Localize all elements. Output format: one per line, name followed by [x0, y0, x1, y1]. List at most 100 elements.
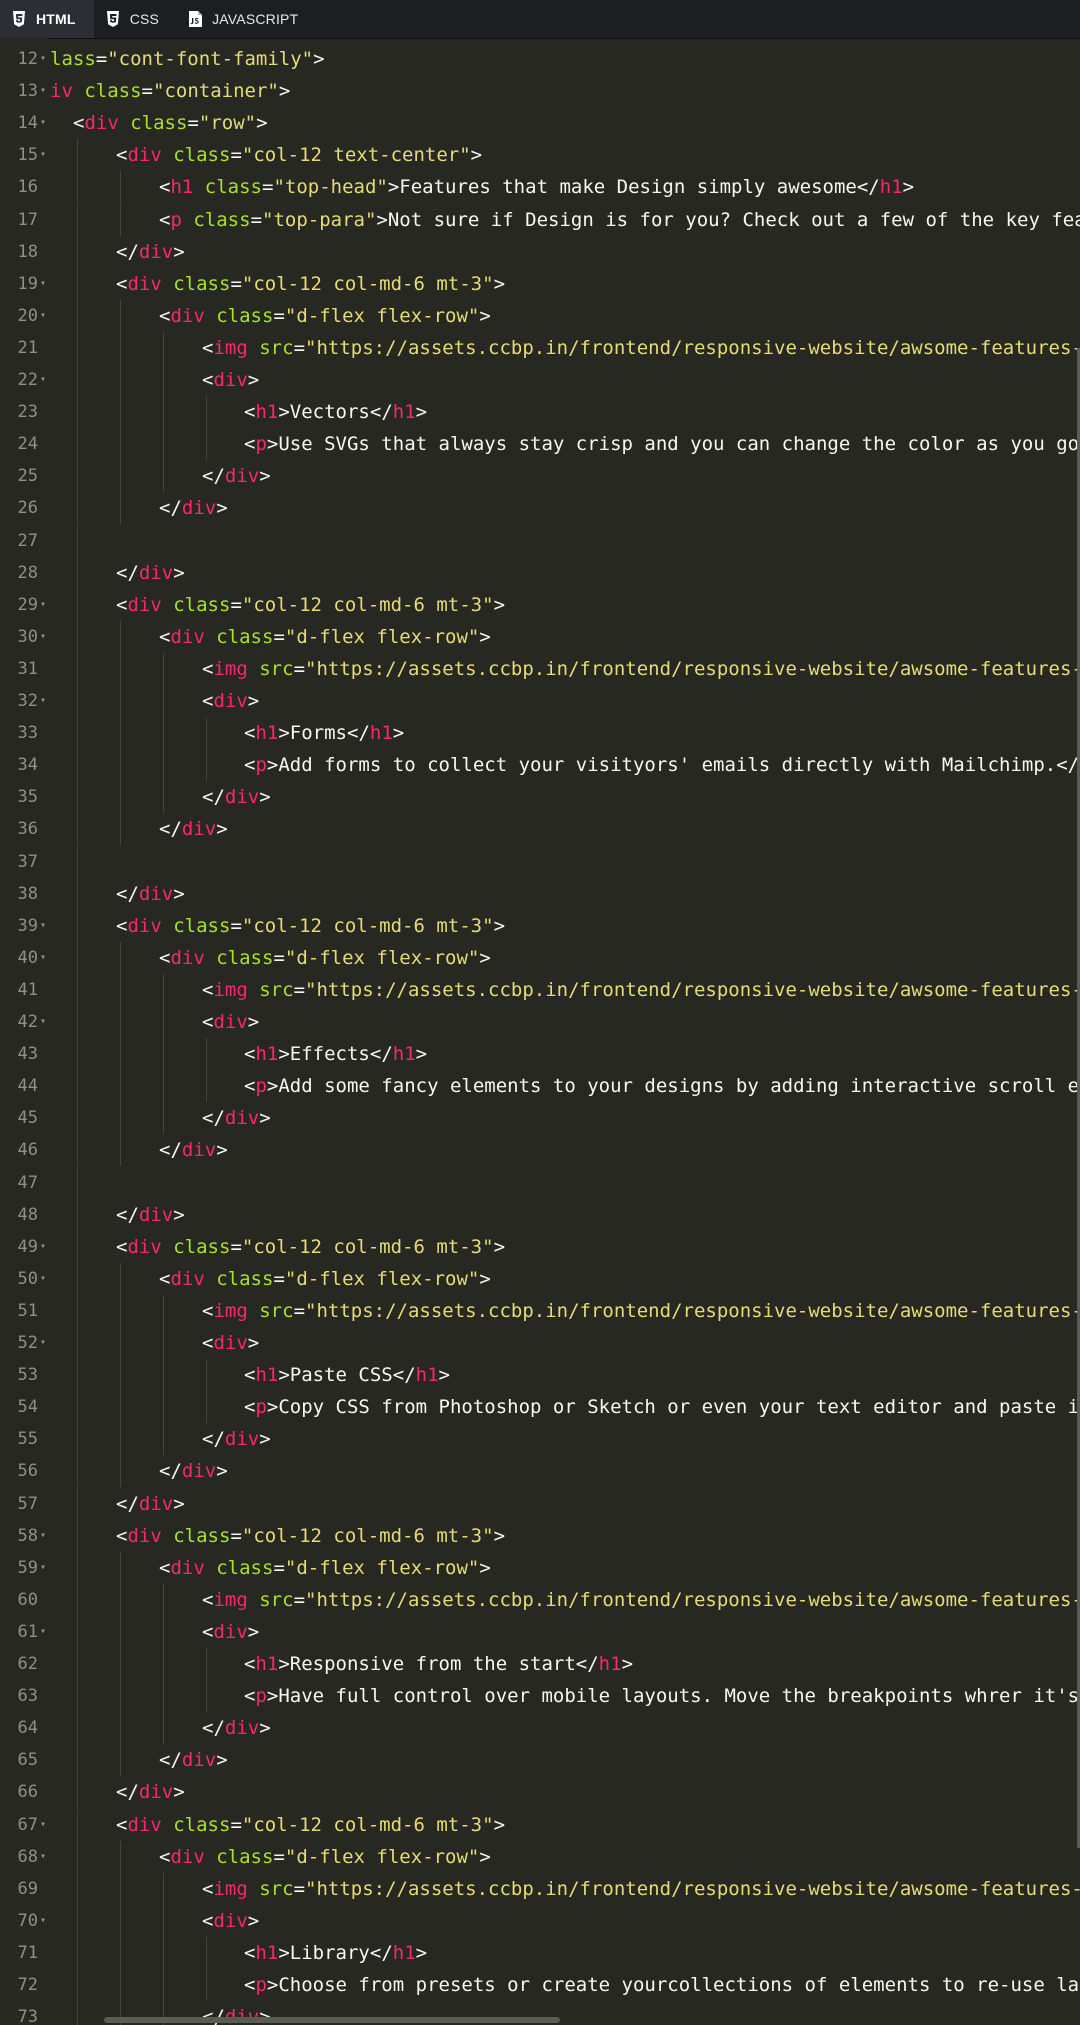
code-line[interactable]: 48 </div> [0, 1198, 1080, 1231]
code-line[interactable]: 30 ▾ <div class="d-flex flex-row"> [0, 620, 1080, 653]
code-line[interactable]: 40 ▾ <div class="d-flex flex-row"> [0, 941, 1080, 974]
fold-arrow-icon[interactable]: ▾ [40, 300, 46, 332]
code-line[interactable]: 72 <p>Choose from presets or create yourc… [0, 1969, 1080, 2002]
fold-arrow-icon[interactable]: ▾ [40, 75, 46, 107]
code-line[interactable]: 36 </div> [0, 813, 1080, 846]
code-line[interactable]: 61 ▾ <div> [0, 1615, 1080, 1648]
tab-javascript[interactable]: JAVASCRIPT [177, 0, 316, 38]
code-line[interactable]: 23 <h1>Vectors</h1> [0, 396, 1080, 429]
code-line[interactable]: 29 ▾ <div class="col-12 col-md-6 mt-3"> [0, 588, 1080, 621]
code-line[interactable]: 17 <p class="top-para">Not sure if Design… [0, 203, 1080, 236]
fold-arrow-icon[interactable]: ▾ [40, 1006, 46, 1038]
fold-arrow-icon[interactable]: ▾ [40, 1552, 46, 1584]
code-line[interactable]: 35 </div> [0, 781, 1080, 814]
code-line[interactable]: 16 <h1 class="top-head">Features that mak… [0, 171, 1080, 204]
fold-arrow-icon[interactable]: ▾ [40, 1841, 46, 1873]
fold-arrow-icon[interactable]: ▾ [40, 685, 46, 717]
indent-guide [206, 1038, 207, 1071]
code-line[interactable]: 69 <img src="https://assets.ccbp.in/front… [0, 1872, 1080, 1905]
code-line[interactable]: 59 ▾ <div class="d-flex flex-row"> [0, 1551, 1080, 1584]
code-line[interactable]: 53 <h1>Paste CSS</h1> [0, 1359, 1080, 1392]
code-line[interactable]: 49 ▾ <div class="col-12 col-md-6 mt-3"> [0, 1230, 1080, 1263]
code-line[interactable]: 26 </div> [0, 492, 1080, 525]
code-line[interactable]: 47 [0, 1166, 1080, 1199]
code-line[interactable]: 20 ▾ <div class="d-flex flex-row"> [0, 299, 1080, 332]
fold-arrow-icon[interactable]: ▾ [40, 1520, 46, 1552]
fold-arrow-icon[interactable]: ▾ [40, 1327, 46, 1359]
code-line[interactable]: 31 <img src="https://assets.ccbp.in/front… [0, 652, 1080, 685]
code-token: class [173, 144, 231, 167]
fold-arrow-icon[interactable]: ▾ [40, 1616, 46, 1648]
code-line[interactable]: 33 <h1>Forms</h1> [0, 717, 1080, 750]
code-line[interactable]: 38 </div> [0, 877, 1080, 910]
fold-arrow-icon[interactable]: ▾ [40, 364, 46, 396]
indent-guide [77, 1583, 78, 1616]
code-token: = [293, 657, 306, 680]
code-line[interactable]: 27 [0, 524, 1080, 557]
code-line[interactable]: 34 <p>Add forms to collect your visityors… [0, 749, 1080, 782]
fold-arrow-icon[interactable]: ▾ [40, 1231, 46, 1263]
code-line[interactable]: 65 </div> [0, 1744, 1080, 1777]
fold-arrow-icon[interactable]: ▾ [40, 910, 46, 942]
code-line[interactable]: 54 <p>Copy CSS from Photoshop or Sketch o… [0, 1391, 1080, 1424]
fold-arrow-icon[interactable]: ▾ [40, 1905, 46, 1937]
code-line[interactable]: 21 <img src="https://assets.ccbp.in/front… [0, 331, 1080, 364]
code-line[interactable]: 57 </div> [0, 1487, 1080, 1520]
code-line[interactable]: 43 <h1>Effects</h1> [0, 1038, 1080, 1071]
code-line[interactable]: 60 <img src="https://assets.ccbp.in/front… [0, 1583, 1080, 1616]
fold-arrow-icon[interactable]: ▾ [40, 1263, 46, 1295]
tab-css[interactable]: CSS [94, 0, 177, 38]
code-line[interactable]: 14 ▾ <div class="row"> [0, 107, 1080, 139]
code-line[interactable]: 68 ▾ <div class="d-flex flex-row"> [0, 1840, 1080, 1873]
code-line[interactable]: 64 </div> [0, 1712, 1080, 1745]
code-line[interactable]: 24 <p>Use SVGs that always stay crisp and… [0, 428, 1080, 461]
code-line[interactable]: 71 <h1>Library</h1> [0, 1936, 1080, 1969]
code-line[interactable]: 39 ▾ <div class="col-12 col-md-6 mt-3"> [0, 909, 1080, 942]
code-line[interactable]: 50 ▾ <div class="d-flex flex-row"> [0, 1262, 1080, 1295]
code-line[interactable]: 62 <h1>Responsive from the start</h1> [0, 1648, 1080, 1681]
code-line[interactable]: 44 <p>Add some fancy elements to your des… [0, 1070, 1080, 1103]
code-line[interactable]: 41 <img src="https://assets.ccbp.in/front… [0, 973, 1080, 1006]
code-line[interactable]: 46 </div> [0, 1134, 1080, 1167]
code-line[interactable]: 37 [0, 845, 1080, 878]
code-line[interactable]: 42 ▾ <div> [0, 1006, 1080, 1039]
code-line[interactable]: 56 </div> [0, 1455, 1080, 1488]
fold-arrow-icon[interactable]: ▾ [40, 621, 46, 653]
code-editor[interactable]: 12 ▾ lass="cont-font-family"> 13 ▾ iv class="… [0, 38, 1080, 2025]
code-line[interactable]: 25 </div> [0, 460, 1080, 493]
code-token: </ [369, 1043, 393, 1066]
horizontal-scrollbar[interactable] [104, 2017, 560, 2023]
code-line[interactable]: 55 </div> [0, 1423, 1080, 1456]
fold-arrow-icon[interactable]: ▾ [40, 1809, 46, 1841]
code-line[interactable]: 28 </div> [0, 556, 1080, 589]
fold-arrow-icon[interactable]: ▾ [40, 268, 46, 300]
fold-arrow-icon[interactable]: ▾ [40, 139, 46, 171]
code-line[interactable]: 52 ▾ <div> [0, 1327, 1080, 1360]
code-line[interactable]: 15 ▾ <div class="col-12 text-center"> [0, 139, 1080, 172]
code-line[interactable]: 70 ▾ <div> [0, 1904, 1080, 1937]
code-line[interactable]: 58 ▾ <div class="col-12 col-md-6 mt-3"> [0, 1519, 1080, 1552]
code-token: div [127, 144, 162, 167]
code-token: </ [1056, 754, 1080, 777]
indent-guide [163, 1936, 164, 1969]
code-line[interactable]: 51 <img src="https://assets.ccbp.in/front… [0, 1294, 1080, 1327]
code-line[interactable]: 67 ▾ <div class="col-12 col-md-6 mt-3"> [0, 1808, 1080, 1841]
indent-guide [77, 299, 78, 332]
code-token: div [224, 1428, 260, 1451]
code-line[interactable]: 66 </div> [0, 1776, 1080, 1809]
fold-arrow-icon[interactable]: ▾ [40, 589, 46, 621]
code-line[interactable]: 13 ▾ iv class="container"> [0, 75, 1080, 107]
fold-arrow-icon[interactable]: ▾ [40, 942, 46, 974]
tab-html[interactable]: HTML [0, 0, 94, 38]
code-line[interactable]: 22 ▾ <div> [0, 364, 1080, 397]
code-line[interactable]: 45 </div> [0, 1102, 1080, 1135]
fold-arrow-icon[interactable]: ▾ [40, 107, 46, 139]
code-line[interactable]: 63 <p>Have full control over mobile layou… [0, 1680, 1080, 1713]
code-line[interactable]: 19 ▾ <div class="col-12 col-md-6 mt-3"> [0, 267, 1080, 300]
code-line[interactable]: 18 </div> [0, 235, 1080, 268]
code-line[interactable]: 32 ▾ <div> [0, 685, 1080, 718]
fold-arrow-icon[interactable]: ▾ [40, 43, 46, 75]
code-line[interactable]: 12 ▾ lass="cont-font-family"> [0, 43, 1080, 75]
code-token: "https://assets.ccbp.in/frontend/respons… [305, 336, 1080, 359]
